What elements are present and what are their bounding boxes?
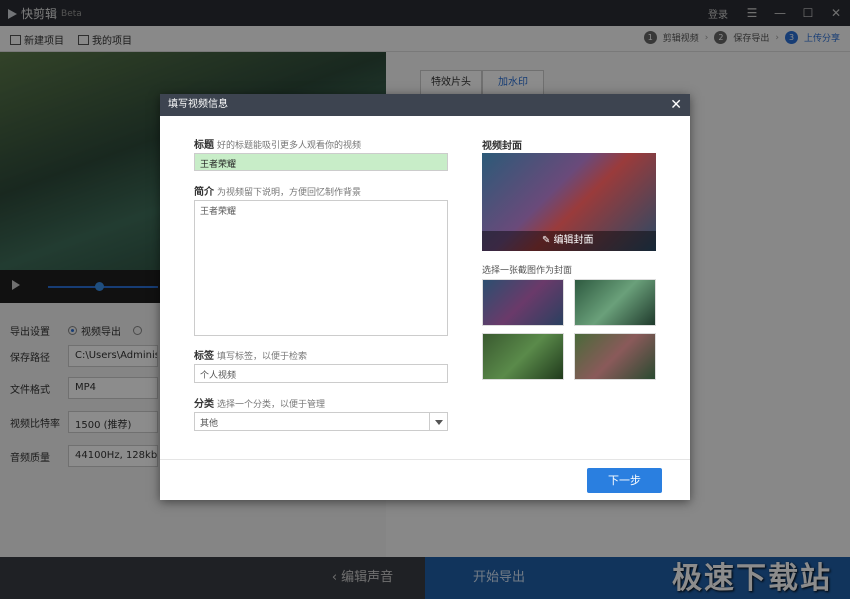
title-hint: 好的标题能吸引更多人观看你的视频 [217, 141, 362, 151]
tags-label: 标签 [194, 351, 214, 362]
chevron-down-icon[interactable] [429, 413, 447, 430]
cover-thumbnail[interactable] [574, 333, 656, 380]
title-label: 标题 [194, 140, 214, 151]
category-field-label: 分类 选择一个分类，以便于管理 [194, 395, 325, 410]
tags-hint: 填写标签，以便于检索 [217, 352, 308, 362]
title-input[interactable]: 王者荣耀 [194, 153, 448, 171]
edit-cover-label: 编辑封面 [553, 235, 594, 246]
category-select[interactable]: 其他 [194, 412, 448, 431]
edit-cover-button[interactable]: ✎ 编辑封面 [482, 231, 656, 251]
dialog-header: 填写视频信息 ✕ [160, 94, 690, 116]
tags-input[interactable]: 个人视频 [194, 364, 448, 383]
intro-field-label: 简介 为视频留下说明，方便回忆制作背景 [194, 183, 361, 198]
category-value: 其他 [200, 419, 219, 429]
category-label: 分类 [194, 399, 214, 410]
intro-hint: 为视频留下说明，方便回忆制作背景 [217, 188, 362, 198]
intro-textarea[interactable]: 王者荣耀 [194, 200, 448, 336]
intro-label: 简介 [194, 187, 214, 198]
cover-thumbnail[interactable] [482, 333, 564, 380]
cover-image: ✎ 编辑封面 [482, 153, 656, 251]
title-field-label: 标题 好的标题能吸引更多人观看你的视频 [194, 136, 361, 151]
video-info-dialog: 填写视频信息 ✕ 标题 好的标题能吸引更多人观看你的视频 王者荣耀 简介 为视频留下… [160, 94, 690, 500]
dialog-title: 填写视频信息 [168, 99, 228, 110]
close-icon[interactable]: ✕ [670, 94, 682, 116]
tags-field-label: 标签 填写标签，以便于检索 [194, 347, 307, 362]
cover-thumbnail[interactable] [574, 279, 656, 326]
pick-cover-label: 选择一张截图作为封面 [482, 266, 573, 276]
cover-label: 视频封面 [482, 141, 522, 152]
category-hint: 选择一个分类，以便于管理 [217, 400, 326, 410]
next-step-button[interactable]: 下一步 [587, 468, 662, 493]
dialog-divider [160, 459, 690, 460]
cover-thumbnail[interactable] [482, 279, 564, 326]
